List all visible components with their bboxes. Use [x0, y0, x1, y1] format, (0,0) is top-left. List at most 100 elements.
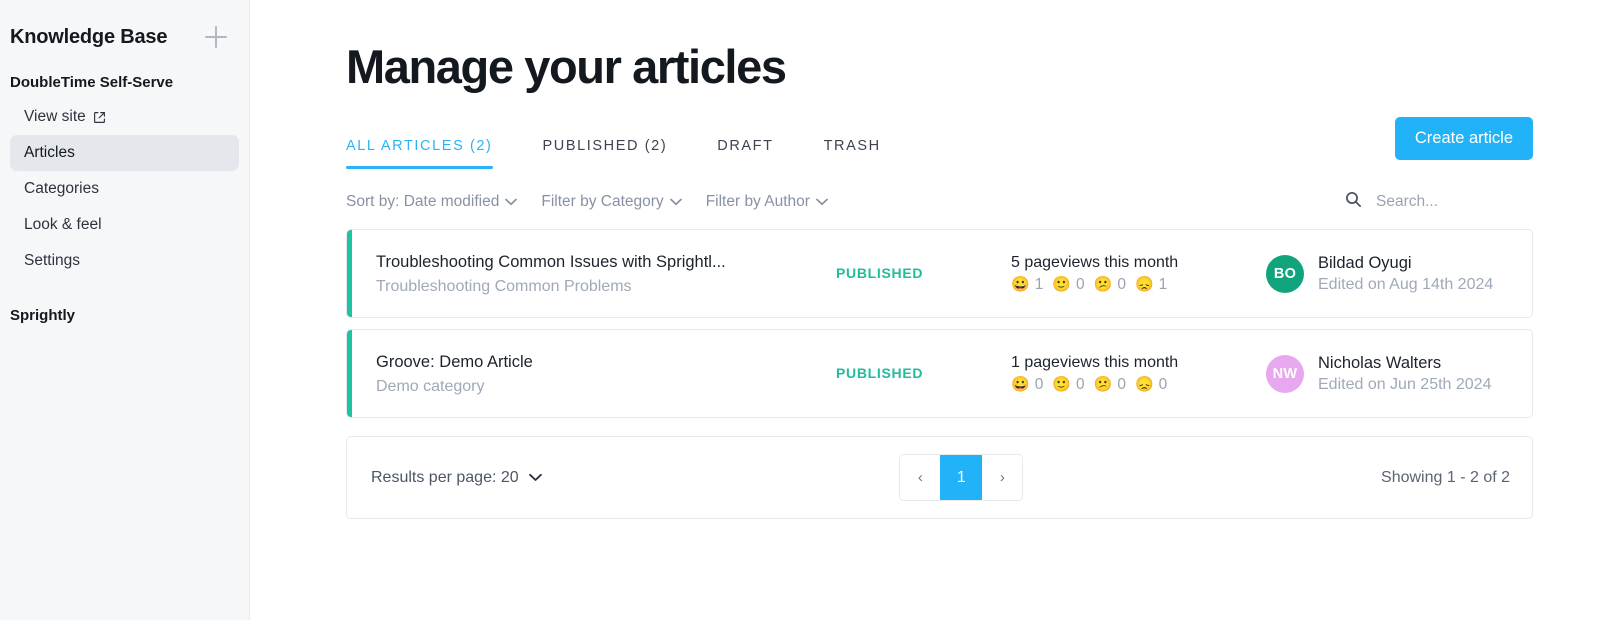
confused-face-icon: 😕: [1093, 376, 1113, 393]
edited-date: Edited on Aug 14th 2024: [1318, 275, 1494, 293]
reaction-grinning-face[interactable]: 😀 1: [1011, 276, 1043, 294]
tab-trash[interactable]: TRASH: [799, 138, 906, 169]
prev-page-button[interactable]: ‹: [900, 455, 941, 500]
status-badge: PUBLISHED: [836, 264, 924, 281]
reaction-group: 😀 1 🙂 0 😕 0 😞 1: [1011, 276, 1266, 294]
page-number-1[interactable]: 1: [940, 455, 983, 500]
sidebar-header: Knowledge Base: [0, 0, 249, 52]
article-title[interactable]: Groove: Demo Article: [376, 351, 836, 373]
tab-all-articles[interactable]: ALL ARTICLES (2): [346, 138, 518, 169]
table-row[interactable]: Troubleshooting Common Issues with Sprig…: [346, 229, 1533, 318]
row-body: Troubleshooting Common Issues with Sprig…: [352, 230, 1532, 317]
reaction-count: 0: [1034, 375, 1044, 393]
sidebar-item-label: Articles: [24, 144, 75, 161]
sidebar-item-look-and-feel[interactable]: Look & feel: [10, 207, 239, 243]
slightly-smiling-face-icon: 🙂: [1052, 276, 1071, 293]
search-box: [1345, 191, 1533, 213]
grinning-face-icon: 😀: [1011, 376, 1030, 393]
author-block: Nicholas Walters Edited on Jun 25th 2024: [1318, 354, 1491, 394]
author-name: Bildad Oyugi: [1318, 253, 1412, 272]
row-title-cell: Troubleshooting Common Issues with Sprig…: [376, 251, 836, 295]
pageviews-label: 5 pageviews this month: [1011, 253, 1179, 271]
reaction-disappointed-face[interactable]: 😞 1: [1135, 276, 1167, 294]
status-badge: PUBLISHED: [836, 364, 924, 381]
reaction-count: 0: [1117, 375, 1126, 393]
next-page-button[interactable]: ›: [982, 455, 1023, 500]
table-row[interactable]: Groove: Demo Article Demo category PUBLI…: [346, 329, 1533, 418]
reaction-grinning-face[interactable]: 😀 0: [1011, 376, 1043, 394]
author-name: Nicholas Walters: [1318, 353, 1442, 372]
app-root: Knowledge Base DoubleTime Self-Serve Vie…: [0, 0, 1600, 620]
row-body: Groove: Demo Article Demo category PUBLI…: [352, 330, 1532, 417]
results-per-page-label: Results per page: 20: [371, 468, 519, 486]
reaction-count: 0: [1076, 375, 1085, 393]
filter-bar: Sort by: Date modified Filter by Categor…: [346, 191, 1533, 213]
reaction-count: 0: [1117, 275, 1126, 293]
create-article-button[interactable]: Create article: [1394, 117, 1533, 160]
row-author-cell: NW Nicholas Walters Edited on Jun 25th 2…: [1266, 354, 1510, 394]
row-status-cell: PUBLISHED: [836, 265, 1011, 283]
grinning-face-icon: 😀: [1011, 276, 1030, 293]
row-author-cell: BO Bildad Oyugi Edited on Aug 14th 2024: [1266, 254, 1510, 294]
site-name-sprightly[interactable]: Sprightly: [0, 301, 249, 332]
site-name-label: DoubleTime Self-Serve: [10, 74, 174, 91]
reaction-group: 😀 0 🙂 0 😕 0 😞 0: [1011, 376, 1266, 394]
page-selector: ‹ 1 ›: [899, 454, 1024, 501]
reaction-count: 0: [1076, 275, 1085, 293]
sidebar-item-categories[interactable]: Categories: [10, 171, 239, 207]
plus-icon[interactable]: [205, 26, 227, 48]
filter-by-author-dropdown[interactable]: Filter by Author: [706, 193, 828, 211]
avatar: NW: [1266, 354, 1304, 393]
disappointed-face-icon: 😞: [1134, 276, 1154, 293]
row-stats-cell: 5 pageviews this month 😀 1 🙂 0 😕 0 😞 1: [1011, 254, 1266, 294]
reaction-confused-face[interactable]: 😕 0: [1094, 276, 1126, 294]
knowledge-base-title: Knowledge Base: [10, 25, 168, 48]
sort-by-dropdown[interactable]: Sort by: Date modified: [346, 193, 518, 211]
tab-published[interactable]: PUBLISHED (2): [518, 138, 693, 169]
sidebar: Knowledge Base DoubleTime Self-Serve Vie…: [0, 0, 250, 620]
tab-draft[interactable]: DRAFT: [692, 138, 798, 169]
sidebar-item-settings[interactable]: Settings: [10, 243, 239, 279]
reaction-confused-face[interactable]: 😕 0: [1094, 376, 1126, 394]
search-input[interactable]: [1376, 193, 1531, 211]
pagination-bar: Results per page: 20 ‹ 1 › Showing 1 - 2…: [346, 436, 1533, 519]
row-stats-cell: 1 pageviews this month 😀 0 🙂 0 😕 0 😞 0: [1011, 354, 1266, 394]
disappointed-face-icon: 😞: [1134, 376, 1154, 393]
reaction-disappointed-face[interactable]: 😞 0: [1135, 376, 1167, 394]
sidebar-item-articles[interactable]: Articles: [10, 135, 239, 171]
reaction-slightly-smiling-face[interactable]: 🙂 0: [1052, 276, 1084, 294]
reaction-count: 0: [1158, 375, 1168, 393]
reaction-count: 1: [1034, 275, 1044, 293]
search-icon[interactable]: [1345, 191, 1362, 213]
edited-date: Edited on Jun 25th 2024: [1318, 375, 1492, 393]
tab-list: ALL ARTICLES (2) PUBLISHED (2) DRAFT TRA…: [346, 138, 906, 169]
filter-category-label: Filter by Category: [541, 193, 664, 210]
row-status-cell: PUBLISHED: [836, 365, 1011, 383]
chevron-down-icon: [816, 193, 828, 211]
results-per-page-dropdown[interactable]: Results per page: 20: [371, 469, 542, 487]
reaction-count: 1: [1158, 275, 1168, 293]
chevron-down-icon: [528, 469, 542, 487]
sidebar-item-label: Categories: [24, 180, 99, 197]
avatar: BO: [1266, 254, 1304, 293]
tabs-row: ALL ARTICLES (2) PUBLISHED (2) DRAFT TRA…: [346, 117, 1533, 169]
chevron-down-icon: [505, 193, 518, 211]
pageviews-label: 1 pageviews this month: [1011, 353, 1179, 371]
slightly-smiling-face-icon: 🙂: [1052, 376, 1071, 393]
site-group-doubletime: DoubleTime Self-Serve View site Articles…: [0, 68, 249, 279]
reaction-slightly-smiling-face[interactable]: 🙂 0: [1052, 376, 1084, 394]
sidebar-item-view-site[interactable]: View site: [10, 99, 239, 135]
external-link-icon: [93, 111, 106, 124]
author-block: Bildad Oyugi Edited on Aug 14th 2024: [1318, 254, 1493, 294]
article-category: Troubleshooting Common Problems: [376, 277, 632, 295]
sidebar-item-label: Settings: [24, 252, 81, 269]
filter-author-label: Filter by Author: [705, 193, 810, 210]
sidebar-item-label: Look & feel: [24, 216, 102, 233]
article-title[interactable]: Troubleshooting Common Issues with Sprig…: [376, 251, 836, 273]
sort-by-label: Sort by: Date modified: [346, 193, 500, 210]
main-content: Manage your articles ALL ARTICLES (2) PU…: [250, 0, 1600, 620]
filter-by-category-dropdown[interactable]: Filter by Category: [541, 193, 682, 211]
page-title: Manage your articles: [346, 40, 787, 93]
confused-face-icon: 😕: [1093, 276, 1113, 293]
article-list: Troubleshooting Common Issues with Sprig…: [346, 229, 1533, 418]
